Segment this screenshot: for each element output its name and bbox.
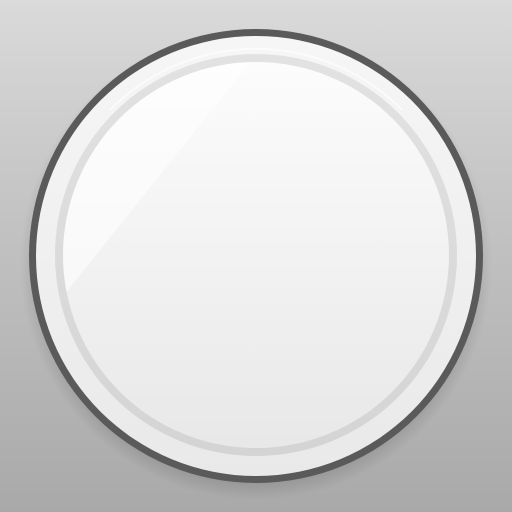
mirror-app-icon[interactable]: [0, 0, 512, 512]
mirror-icon: [20, 28, 492, 500]
